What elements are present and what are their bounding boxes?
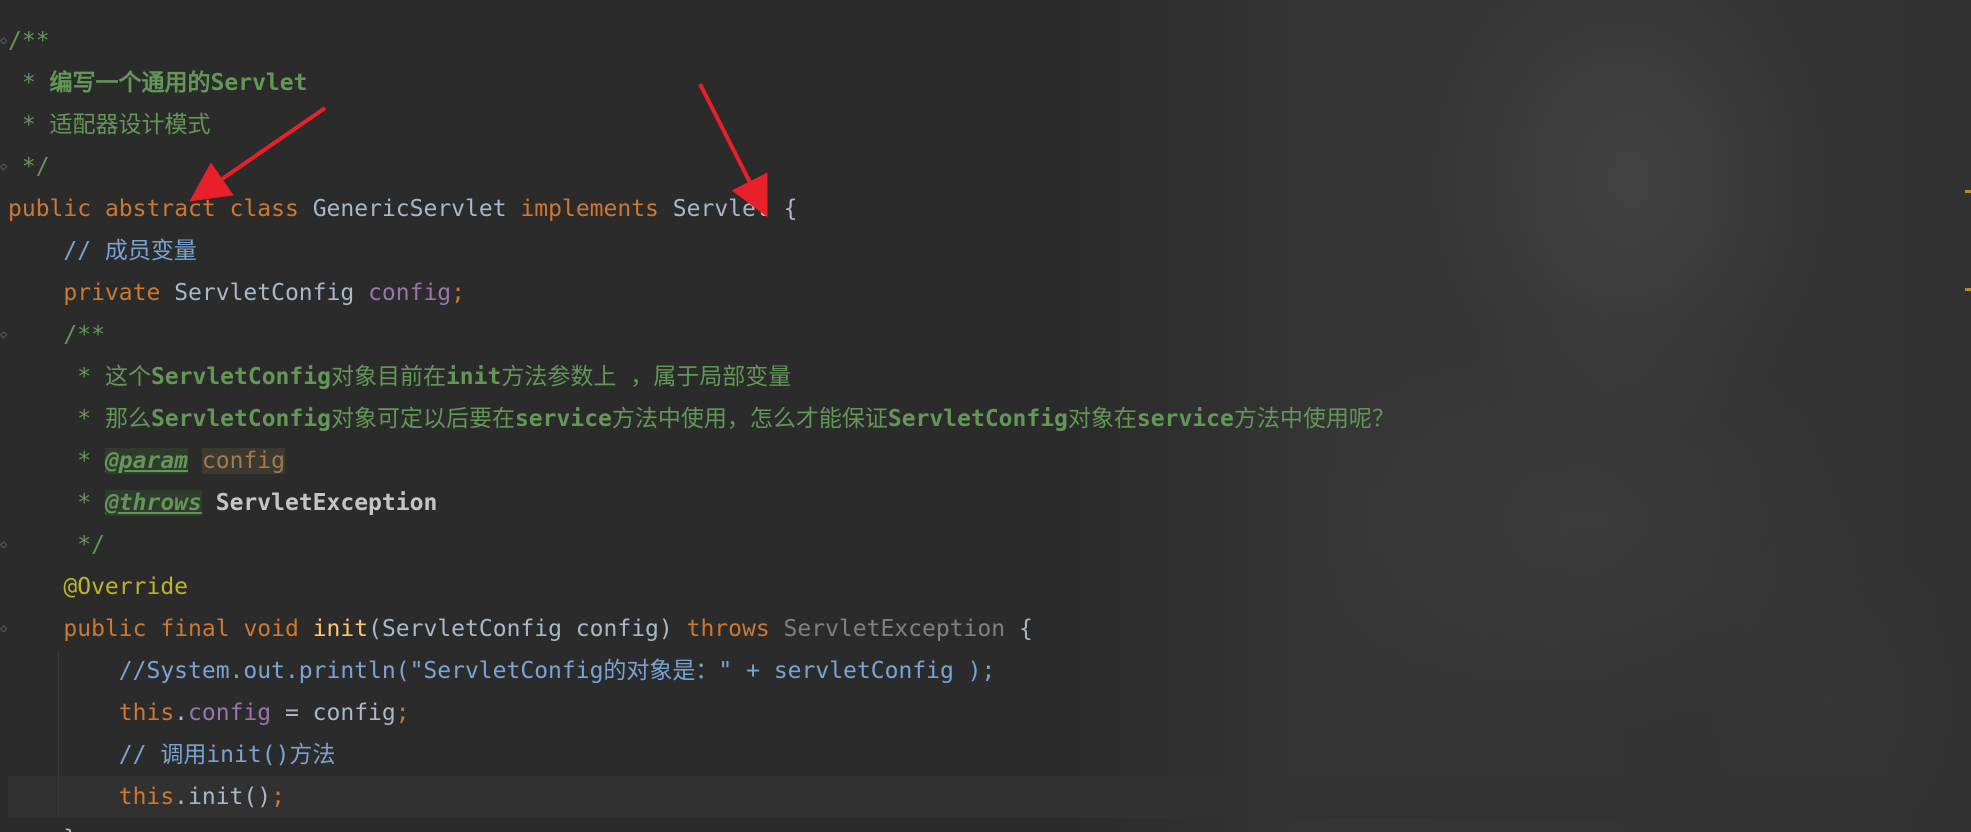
- indent-guide: [58, 734, 59, 776]
- comment-text: 方法中使用呢？: [1233, 406, 1395, 432]
- code-line[interactable]: /**: [8, 20, 1971, 62]
- code-line[interactable]: //System.out.println("ServletConfig的对象是：…: [8, 650, 1971, 692]
- code-line[interactable]: this.config = config;: [8, 692, 1971, 734]
- annotation-override: @Override: [63, 574, 189, 600]
- javadoc-param-tag: @param: [104, 448, 189, 474]
- line-comment: //System.out.println("ServletConfig的对象是：…: [118, 658, 996, 684]
- field-config: config: [188, 700, 272, 726]
- close-brace: }: [63, 826, 77, 832]
- javadoc-open: /**: [8, 28, 50, 54]
- comment-text: 那么: [104, 406, 151, 432]
- fold-icon[interactable]: ◇: [0, 538, 8, 550]
- method-name: init: [312, 616, 369, 642]
- code-line[interactable]: * 这个ServletConfig对象目前在init方法参数上 ，属于局部变量: [8, 356, 1971, 398]
- fold-icon[interactable]: ◇: [0, 328, 8, 340]
- code-line[interactable]: * @throws ServletException: [8, 482, 1971, 524]
- comment-code-ref: init: [445, 364, 502, 390]
- javadoc-throws-tag: @throws: [104, 490, 202, 516]
- field-config: config: [368, 280, 452, 306]
- javadoc-exception-name: ServletException: [215, 490, 438, 516]
- code-line[interactable]: }: [8, 818, 1971, 832]
- indent-guide: [58, 650, 59, 692]
- code-area[interactable]: /** * 编写一个通用的Servlet * 适配器设计模式 */ public…: [8, 20, 1971, 832]
- comment-star: *: [63, 364, 105, 390]
- line-comment: // 调用: [118, 742, 207, 768]
- interface-name: Servlet: [672, 196, 770, 222]
- code-line[interactable]: private ServletConfig config;: [8, 272, 1971, 314]
- indent-guide: [58, 776, 59, 818]
- method-call: .init(): [174, 784, 272, 810]
- code-line[interactable]: public final void init(ServletConfig con…: [8, 608, 1971, 650]
- comment-code-ref: service: [514, 406, 612, 432]
- code-line-current[interactable]: this.init();: [8, 776, 1971, 818]
- indent-guide: [58, 692, 59, 734]
- comment-code-ref: ServletConfig: [887, 406, 1068, 432]
- exception-name: ServletException: [783, 616, 1006, 642]
- keyword-throws: throws: [686, 616, 770, 642]
- comment-code-ref: service: [1136, 406, 1234, 432]
- comment-text: 对象在: [1067, 406, 1137, 432]
- keyword-public: public: [63, 616, 147, 642]
- keyword-final: final: [160, 616, 230, 642]
- class-name: GenericServlet: [312, 196, 507, 222]
- comment-code-ref: ServletConfig: [150, 364, 331, 390]
- keyword-void: void: [243, 616, 299, 642]
- code-line[interactable]: * @param config: [8, 440, 1971, 482]
- fold-icon[interactable]: ◇: [0, 622, 8, 634]
- code-line[interactable]: * 那么ServletConfig对象可定以后要在service方法中使用，怎么…: [8, 398, 1971, 440]
- code-line[interactable]: // 成员变量: [8, 230, 1971, 272]
- fold-icon[interactable]: ◇: [0, 160, 8, 172]
- comment-star: *: [63, 490, 105, 516]
- comment-text: 这个: [104, 364, 151, 390]
- method-params: (ServletConfig config): [368, 616, 673, 642]
- comment-text: 方法中使用，怎么才能保证: [611, 406, 888, 432]
- code-editor[interactable]: ◇ ◇ ◇ ◇ ◇ /** * 编写一个通用的Servlet * 适配器设计模式…: [0, 0, 1971, 832]
- code-line[interactable]: */: [8, 524, 1971, 566]
- line-comment: init(): [206, 742, 290, 768]
- assignment: = config: [271, 700, 396, 726]
- code-line[interactable]: * 适配器设计模式: [8, 104, 1971, 146]
- comment-text: 对象可定以后要在: [330, 406, 515, 432]
- type-name: ServletConfig: [174, 280, 355, 306]
- keyword-private: private: [63, 280, 161, 306]
- comment-star: *: [8, 112, 50, 138]
- line-comment: // 成员变量: [63, 238, 197, 264]
- javadoc-param-name: config: [201, 448, 285, 474]
- comment-star: *: [8, 70, 50, 96]
- comment-text: 对象目前在: [330, 364, 446, 390]
- keyword-abstract: abstract: [104, 196, 216, 222]
- keyword-public: public: [8, 196, 92, 222]
- code-line[interactable]: */: [8, 146, 1971, 188]
- keyword-implements: implements: [520, 196, 659, 222]
- code-line[interactable]: public abstract class GenericServlet imp…: [8, 188, 1971, 230]
- semicolon: ;: [271, 784, 285, 810]
- comment-star: *: [63, 406, 105, 432]
- comment-text: 适配器设计模式: [49, 112, 211, 138]
- keyword-class: class: [229, 196, 299, 222]
- line-comment: 方法: [289, 742, 336, 768]
- scrollbar-marker[interactable]: [1965, 190, 1971, 193]
- semicolon: ;: [451, 280, 466, 306]
- open-brace: {: [1018, 616, 1033, 642]
- code-line[interactable]: // 调用init()方法: [8, 734, 1971, 776]
- fold-icon[interactable]: ◇: [0, 34, 8, 46]
- scrollbar-marker[interactable]: [1965, 288, 1971, 291]
- javadoc-close: */: [8, 154, 50, 180]
- comment-text: 方法参数上 ，属于局部变量: [501, 364, 792, 390]
- comment-star: *: [63, 448, 105, 474]
- open-brace: {: [783, 196, 798, 222]
- semicolon: ;: [395, 700, 410, 726]
- comment-text: 编写一个通用的Servlet: [49, 70, 308, 96]
- keyword-this: this: [118, 700, 175, 726]
- code-line[interactable]: * 编写一个通用的Servlet: [8, 62, 1971, 104]
- javadoc-close: */: [63, 532, 105, 558]
- keyword-this: this: [118, 784, 175, 810]
- comment-code-ref: ServletConfig: [150, 406, 331, 432]
- dot: .: [174, 700, 189, 726]
- code-line[interactable]: /**: [8, 314, 1971, 356]
- code-line[interactable]: @Override: [8, 566, 1971, 608]
- javadoc-open: /**: [63, 322, 105, 348]
